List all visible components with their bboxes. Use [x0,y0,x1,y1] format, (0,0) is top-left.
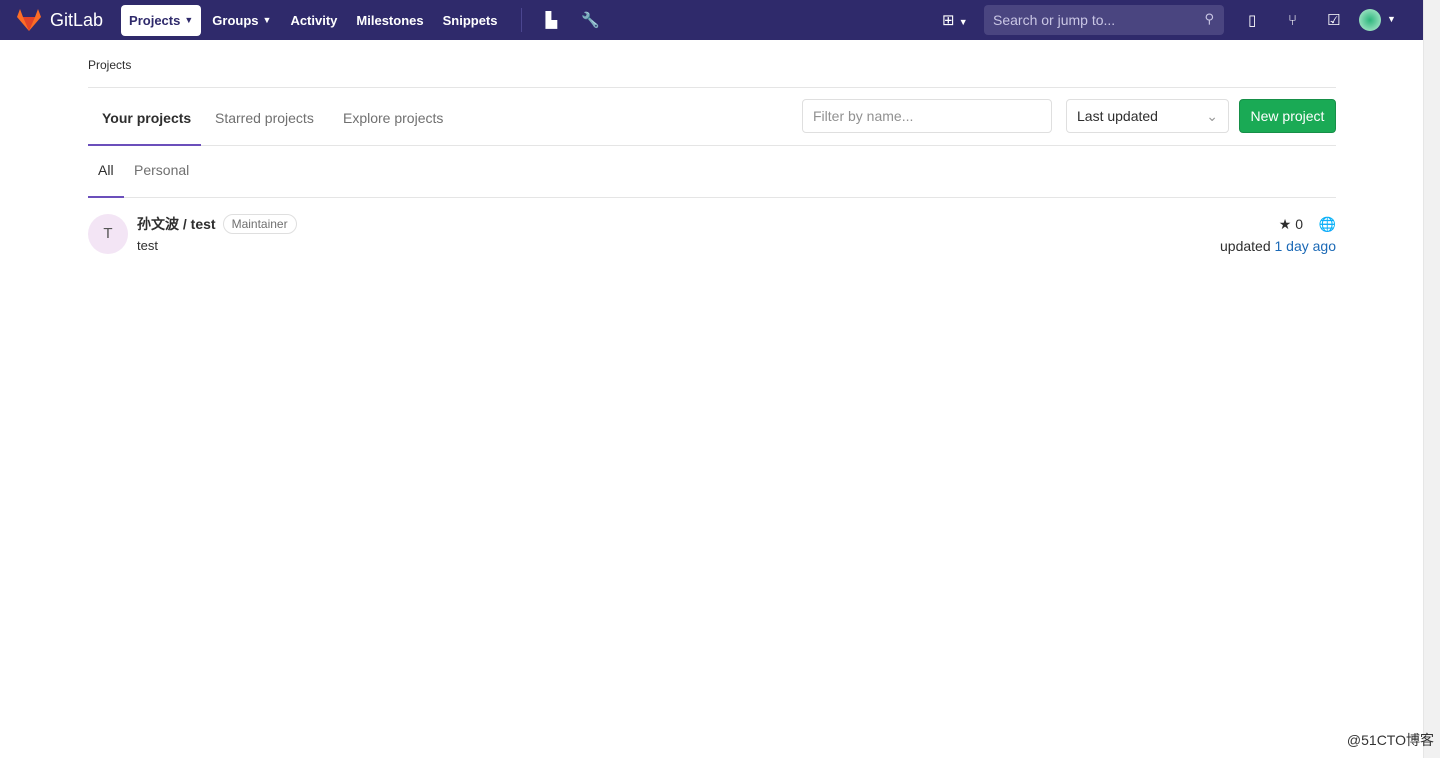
projects-tabs: Your projects Starred projects Explore p… [88,87,1336,146]
brand-name: GitLab [50,9,104,30]
project-title[interactable]: 孙文波 / test Maintainer [137,214,297,234]
tab-your-projects[interactable]: Your projects [102,110,191,126]
chart-icon[interactable]: ▙ [534,11,570,29]
star-icon[interactable]: ★ [1279,216,1292,232]
updated-time: updated 1 day ago [1220,238,1336,254]
wrench-icon[interactable]: 🔧 [569,11,612,29]
todo-icon[interactable]: ☑ [1315,11,1352,29]
nav-activity[interactable]: Activity [282,5,345,36]
filter-input[interactable]: Filter by name... [802,99,1052,133]
project-avatar[interactable]: T [88,214,128,254]
globe-icon: 🌐 [1318,216,1336,232]
nav-groups[interactable]: Groups ▼ [204,5,279,36]
issues-icon[interactable]: ▯ [1236,11,1268,29]
tab-starred-projects[interactable]: Starred projects [215,110,314,126]
user-avatar[interactable] [1359,9,1381,31]
subtab-all[interactable]: All [98,162,114,178]
subtab-personal[interactable]: Personal [134,162,189,178]
breadcrumb[interactable]: Projects [88,58,1336,72]
new-project-button[interactable]: New project [1239,99,1336,133]
chevron-down-icon: ▼ [184,15,194,25]
nav-projects[interactable]: Projects ▼ [121,4,202,36]
chevron-down-icon: ⌄ [1206,108,1218,124]
role-badge: Maintainer [222,214,297,234]
search-input[interactable]: Search or jump to... ⚲ [984,5,1224,35]
search-icon: ⚲ [1204,11,1214,26]
gitlab-logo[interactable]: GitLab [16,8,103,32]
project-row[interactable]: T 孙文波 / test Maintainer test ★ 0 🌐 update… [88,198,1336,268]
star-count[interactable]: 0 [1295,216,1303,232]
filter-subtabs: All Personal [88,146,1336,198]
chevron-down-icon[interactable]: ▼ [1387,14,1396,24]
top-navbar: GitLab Projects ▼ Groups ▼ Activity Milest… [0,0,1423,40]
tanuki-icon [17,9,41,31]
plus-square-icon[interactable]: ⊞ ▼ [930,11,980,29]
project-description: test [137,238,158,253]
nav-snippets[interactable]: Snippets [435,5,506,36]
divider [520,8,522,32]
scrollbar[interactable] [1423,0,1440,758]
project-stats: ★ 0 🌐 [1279,216,1336,233]
tab-explore-projects[interactable]: Explore projects [343,110,443,126]
sort-dropdown[interactable]: Last updated ⌄ [1066,99,1229,133]
merge-request-icon[interactable]: ⑂ [1276,12,1309,29]
watermark: @51CTO博客 [1346,732,1434,748]
nav-milestones[interactable]: Milestones [348,5,431,36]
chevron-down-icon: ▼ [262,15,272,25]
